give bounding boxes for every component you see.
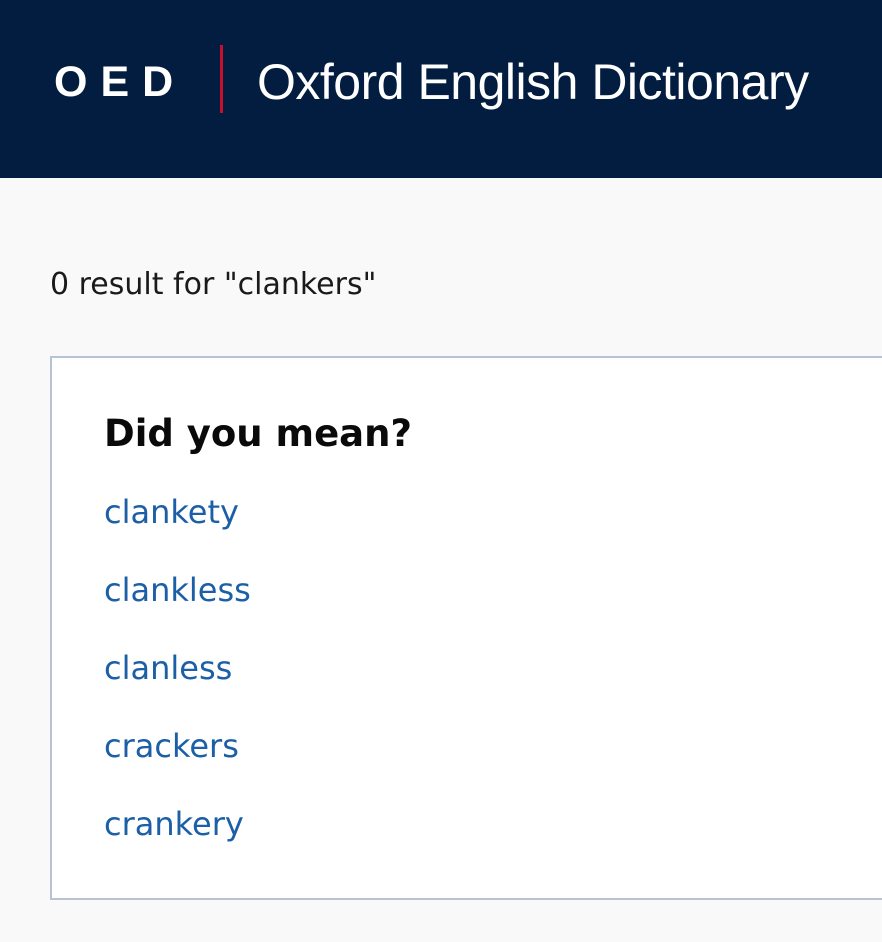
site-title[interactable]: Oxford English Dictionary — [257, 50, 809, 114]
suggestion-link-clanless[interactable]: clanless — [104, 648, 232, 688]
did-you-mean-panel: Did you mean? clankety clankless clanles… — [50, 356, 882, 900]
suggestion-link-clankless[interactable]: clankless — [104, 570, 251, 610]
suggestion-link-clankety[interactable]: clankety — [104, 492, 239, 532]
suggestion-link-crackers[interactable]: crackers — [104, 726, 239, 766]
site-header: OED Oxford English Dictionary — [0, 0, 882, 178]
suggestion-link-crankery[interactable]: crankery — [104, 804, 244, 844]
result-count: 0 result for "clankers" — [50, 267, 377, 302]
logo-divider — [220, 45, 223, 113]
did-you-mean-heading: Did you mean? — [104, 412, 412, 455]
oed-logo[interactable]: OED — [54, 52, 186, 112]
